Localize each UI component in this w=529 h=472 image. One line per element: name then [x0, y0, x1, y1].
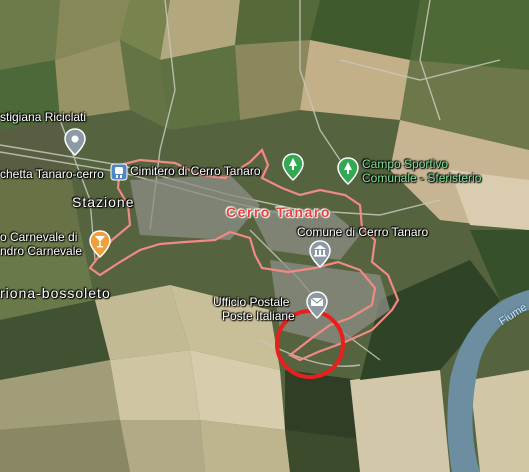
map-pin-icon[interactable]	[64, 128, 86, 156]
satellite-map[interactable]: stigiana Riciclati chetta Tanaro-cerro C…	[0, 0, 529, 472]
label-campo-line2: Comunale - Sferisterio	[362, 171, 482, 185]
label-ufficio-line1: Ufficio Postale	[213, 295, 290, 309]
map-imagery	[0, 0, 529, 472]
label-town-name[interactable]: Cerro Tanaro	[226, 205, 331, 219]
post-office-pin-icon[interactable]	[306, 291, 328, 319]
park-pin-icon[interactable]	[337, 157, 359, 185]
train-station-icon[interactable]	[110, 163, 128, 181]
cocktail-pin-icon[interactable]	[89, 230, 111, 258]
label-carnevale-line1: o Carnevale di	[0, 230, 78, 244]
label-stazione: Stazione	[72, 194, 135, 210]
label-riciclati: stigiana Riciclati	[0, 110, 87, 124]
label-campo-line1: Campo Sportivo	[362, 157, 449, 171]
label-carnevale-line2: ndro Carnevale	[0, 244, 83, 258]
label-ufficio-line2: Poste Italiane	[222, 309, 295, 323]
government-pin-icon[interactable]	[309, 240, 331, 268]
park-pin-icon[interactable]	[282, 153, 304, 181]
label-bossoleto: riona-bossoleto	[0, 285, 111, 301]
label-stazione-stop: chetta Tanaro-cerro	[0, 167, 104, 181]
label-cimitero: Cimitero di Cerro Tanaro	[130, 164, 261, 178]
label-comune: Comune di Cerro Tanaro	[297, 225, 429, 239]
